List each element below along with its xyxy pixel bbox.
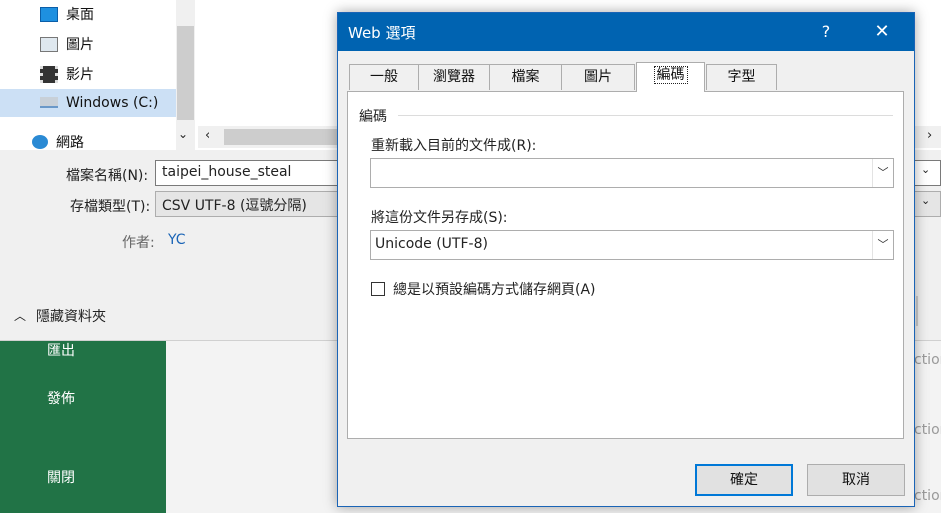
tab-label: 瀏覽器 [433,69,475,85]
chevron-down-icon[interactable]: ⌄ [921,194,930,207]
web-options-dialog: Web 選項 ? ✕ 一般 瀏覽器 檔案 圖片 編碼 字型 編碼 重新載入目前的… [337,12,915,507]
peek-text: ction [914,352,941,368]
tab-label: 字型 [727,69,756,85]
chevron-right-icon[interactable]: › [927,128,932,143]
nav-label: 影片 [66,67,94,83]
dialog-title: Web 選項 [348,24,416,42]
chevron-down-icon[interactable]: ﹀ [872,159,893,187]
filename-label: 檔案名稱(N): [66,168,149,184]
desktop-icon [40,7,58,22]
hide-folders-button[interactable]: 隱藏資料夾 [36,306,106,326]
save-as-label: 將這份文件另存成(S): [371,210,508,226]
tab-pictures[interactable]: 圖片 [561,64,635,90]
backstage-nav: 匯出 發佈 關閉 [0,340,166,513]
tab-browsers[interactable]: 瀏覽器 [418,64,490,90]
navigation-pane: 桌面 圖片 影片 Windows (C:) 網路 [0,0,196,151]
tab-label: 編碼 [653,66,688,84]
author-value[interactable]: YC [168,232,186,248]
save-as-encoding-value: Unicode (UTF-8) [375,236,488,252]
nav-item-drive-c[interactable]: Windows (C:) [0,89,176,117]
nav-label: 網路 [56,135,84,151]
cancel-button[interactable]: 取消 [807,464,905,496]
backstage-publish[interactable]: 發佈 [47,388,75,408]
author-label: 作者: [122,235,155,251]
reload-label: 重新載入目前的文件成(R): [371,138,537,154]
tab-label: 一般 [370,69,398,85]
backstage-export[interactable]: 匯出 [47,340,75,360]
chevron-up-icon[interactable]: ︿ [14,307,26,324]
tab-fonts[interactable]: 字型 [706,64,777,90]
button-edge [916,296,918,326]
help-button[interactable]: ? [808,19,844,45]
horizontal-scroll-thumb[interactable] [224,129,344,145]
nav-label: 桌面 [66,7,94,23]
ok-button[interactable]: 確定 [695,464,793,496]
nav-label: 圖片 [66,37,94,53]
videos-icon [40,66,58,83]
tab-files[interactable]: 檔案 [489,64,562,90]
chevron-down-icon[interactable]: ⌄ [178,127,188,141]
peek-text: ction [914,422,941,438]
nav-scroll-thumb[interactable] [177,26,194,120]
default-encoding-checkbox[interactable] [371,282,385,296]
tab-encoding[interactable]: 編碼 [636,62,705,92]
close-icon[interactable]: ✕ [860,17,904,47]
drive-icon [40,97,58,108]
group-divider [398,115,893,116]
title-bar[interactable]: Web 選項 ? ✕ [338,13,914,51]
chevron-left-icon[interactable]: ‹ [205,128,210,143]
encoding-group-title: 編碼 [359,106,391,126]
filetype-label: 存檔類型(T): [70,199,151,215]
peek-text: ction [914,488,941,504]
network-icon [32,135,48,149]
backstage-close[interactable]: 關閉 [47,467,75,487]
reload-encoding-select[interactable]: ﹀ [370,158,894,188]
tab-label: 檔案 [511,69,540,85]
nav-label: Windows (C:) [66,95,159,111]
save-as-encoding-select[interactable]: Unicode (UTF-8) ﹀ [370,230,894,260]
chevron-down-icon[interactable]: ⌄ [921,163,930,176]
tab-general[interactable]: 一般 [349,64,419,90]
tab-label: 圖片 [584,69,612,85]
pictures-icon [40,37,58,52]
default-encoding-label[interactable]: 總是以預設編碼方式儲存網頁(A) [393,279,596,299]
chevron-down-icon[interactable]: ﹀ [872,231,893,259]
